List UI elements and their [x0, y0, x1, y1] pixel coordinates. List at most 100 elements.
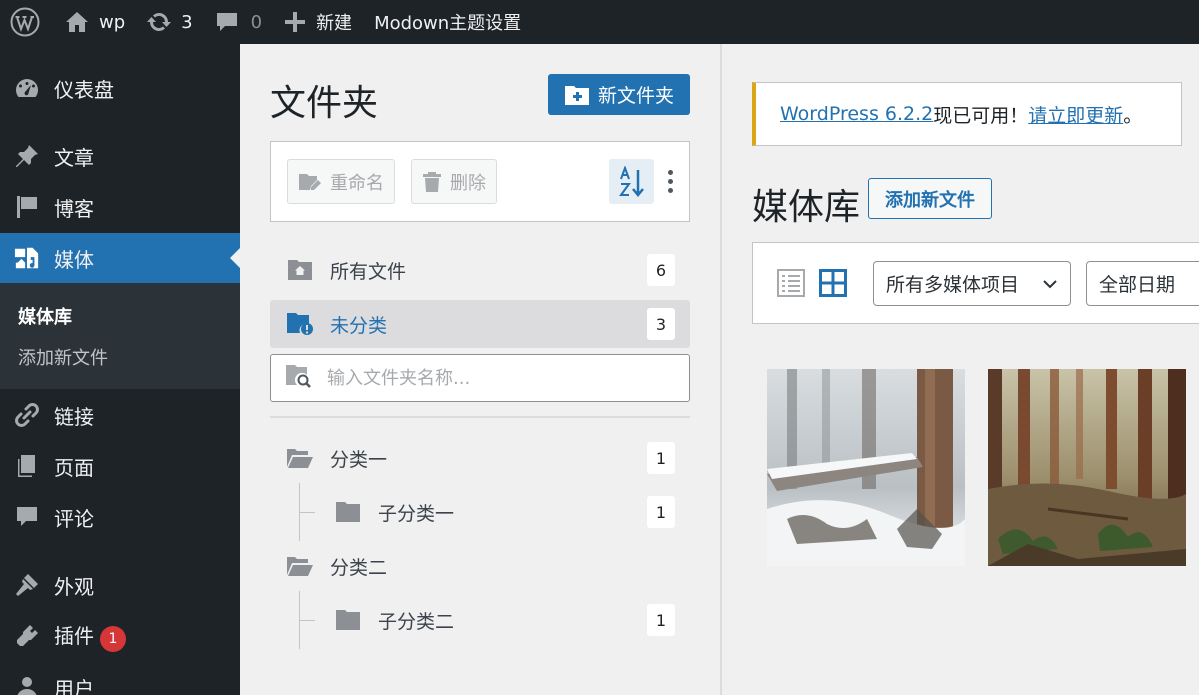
home-icon [66, 12, 88, 32]
new-content-label: 新建 [316, 13, 353, 34]
uncategorized-label: 未分类 [330, 314, 388, 337]
more-options-icon[interactable] [663, 159, 677, 204]
folder-tree-count: 1 [647, 604, 675, 636]
all-files-label: 所有文件 [330, 260, 407, 283]
media-thumbnail[interactable] [767, 369, 965, 566]
sunlit-forest-image [988, 369, 1186, 566]
delete-label: 删除 [450, 172, 486, 194]
notice-text: 现已可用！ [933, 104, 1029, 127]
menu-item-pages[interactable]: 页面 [0, 441, 240, 491]
theme-settings-link[interactable]: Modown主题设置 [363, 0, 532, 44]
menu-item-posts[interactable]: 文章 [0, 131, 240, 181]
folder-tree-item[interactable]: 子分类一 1 [270, 488, 690, 536]
updates-count: 3 [181, 11, 193, 33]
new-folder-label: 新文件夹 [597, 85, 674, 107]
chevron-down-icon [1043, 280, 1057, 289]
folder-tree-label: 分类一 [330, 448, 388, 471]
comments-count: 0 [250, 11, 263, 33]
folder-search-icon [285, 363, 313, 393]
user-icon [14, 674, 40, 695]
date-filter-select[interactable]: 全部日期 [1086, 261, 1199, 306]
media-thumbnail[interactable] [988, 369, 1186, 566]
folder-tree-label: 分类二 [330, 556, 388, 579]
submenu-media-library[interactable]: 媒体库 [18, 303, 72, 329]
sort-az-button[interactable] [609, 159, 654, 204]
new-content-link[interactable]: 新建 [273, 0, 363, 44]
menu-label-dashboard: 仪表盘 [54, 77, 114, 102]
folder-open-icon [286, 444, 314, 472]
folder-alert-icon [286, 310, 314, 338]
media-type-select[interactable]: 所有多媒体项目 [873, 261, 1071, 306]
submenu-add-new[interactable]: 添加新文件 [18, 344, 108, 370]
folder-panel: 文件夹 新文件夹 重命名 删除 所有文件 6 未分类 3 输入文件夹名称... … [240, 44, 720, 695]
link-icon [14, 402, 40, 428]
folder-all-files[interactable]: 所有文件 6 [270, 246, 690, 294]
menu-item-links[interactable]: 链接 [0, 390, 240, 440]
admin-bar: wp 3 0 新建 Modown主题设置 [0, 0, 1199, 44]
menu-item-plugins[interactable]: 插件 1 [0, 611, 240, 661]
uncategorized-count: 3 [647, 308, 675, 340]
menu-label-pages: 页面 [54, 455, 94, 480]
admin-sidebar: 仪表盘 文章 博客 媒体 媒体库 添加新文件 链接 页面 评论 外观 插件 1 用… [0, 44, 240, 695]
plugins-label-text: 插件 [54, 624, 94, 648]
menu-label-users: 用户 [54, 676, 94, 695]
comment-icon [14, 504, 40, 530]
update-notice: WordPress 6.2.2 现已可用！ 请立即更新。 [752, 82, 1182, 146]
media-submenu: 媒体库 添加新文件 [0, 283, 240, 389]
plugins-update-badge: 1 [100, 626, 126, 652]
menu-item-appearance[interactable]: 外观 [0, 560, 240, 610]
media-type-value: 所有多媒体项目 [886, 274, 1020, 296]
main-content: WordPress 6.2.2 现已可用！ 请立即更新。 媒体库 添加新文件 所有多… [722, 44, 1199, 695]
updates-link[interactable]: 3 [136, 0, 203, 44]
folder-icon [334, 606, 362, 634]
media-icon [14, 245, 40, 271]
wordpress-version-link[interactable]: WordPress 6.2.2 [780, 103, 933, 125]
rename-icon [299, 173, 321, 190]
menu-item-users[interactable]: 用户 [0, 662, 240, 695]
rename-button[interactable]: 重命名 [287, 159, 395, 204]
menu-item-comments[interactable]: 评论 [0, 492, 240, 542]
list-view-icon[interactable] [775, 267, 807, 299]
updates-icon [147, 13, 172, 31]
flag-icon [14, 194, 40, 220]
menu-label-links: 链接 [54, 404, 94, 429]
folder-search-field[interactable] [270, 354, 690, 402]
date-filter-value: 全部日期 [1099, 274, 1176, 296]
add-new-file-button[interactable]: 添加新文件 [868, 178, 992, 219]
menu-item-media[interactable]: 媒体 [0, 233, 240, 283]
folder-tree-item[interactable]: 子分类二 1 [270, 596, 690, 644]
grid-view-icon[interactable] [817, 267, 849, 299]
wordpress-logo-icon[interactable] [0, 0, 54, 44]
site-name-link[interactable]: wp [54, 0, 136, 44]
folder-tree-label: 子分类二 [378, 610, 455, 633]
rename-label: 重命名 [330, 172, 384, 194]
folder-search-input[interactable] [327, 365, 677, 391]
all-files-count: 6 [647, 254, 675, 286]
menu-item-blog[interactable]: 博客 [0, 182, 240, 232]
new-folder-button[interactable]: 新文件夹 [548, 74, 690, 115]
page-title: 媒体库 [752, 187, 861, 228]
folder-tree-item[interactable]: 分类二 [270, 542, 690, 590]
snowy-forest-image [767, 369, 965, 566]
folder-toolbar: 重命名 删除 [270, 141, 690, 222]
plugin-icon [14, 623, 40, 649]
folder-home-icon [286, 256, 314, 284]
comments-link[interactable]: 0 [204, 0, 273, 44]
folder-plus-icon [564, 85, 589, 105]
trash-icon [423, 171, 441, 192]
folder-icon [334, 498, 362, 526]
dashboard-icon [14, 75, 40, 101]
site-name: wp [99, 11, 126, 33]
menu-item-dashboard[interactable]: 仪表盘 [0, 63, 240, 113]
menu-label-media: 媒体 [54, 247, 94, 272]
update-now-link[interactable]: 请立即更新 [1028, 101, 1123, 128]
folder-open-icon [286, 552, 314, 580]
menu-label-posts: 文章 [54, 145, 94, 170]
sort-az-icon [618, 165, 644, 197]
folder-uncategorized[interactable]: 未分类 3 [270, 300, 690, 348]
page-icon [14, 453, 40, 479]
delete-button[interactable]: 删除 [411, 159, 497, 204]
folder-panel-title: 文件夹 [270, 83, 379, 124]
folder-tree-item[interactable]: 分类一 1 [270, 434, 690, 482]
menu-label-blog: 博客 [54, 196, 94, 221]
